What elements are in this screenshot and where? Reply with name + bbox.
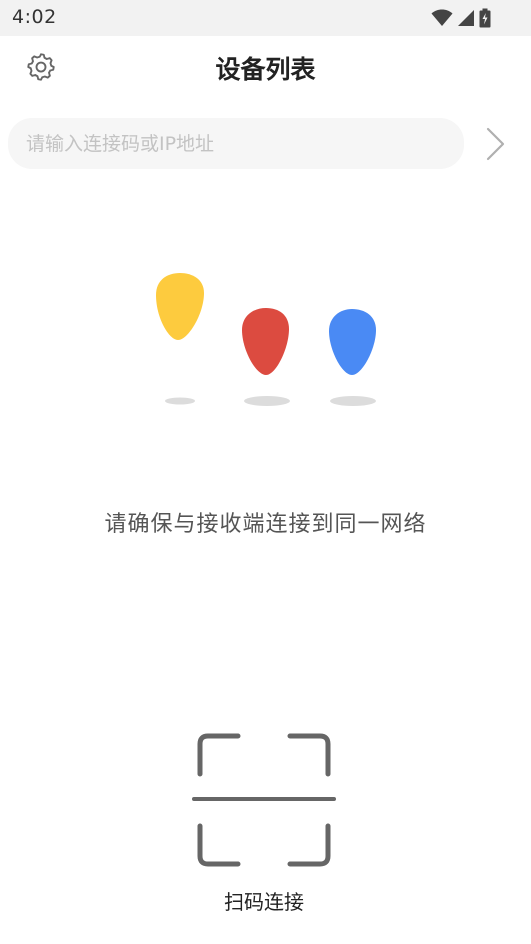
yellow-pin-icon xyxy=(156,273,204,340)
network-illustration xyxy=(156,273,376,406)
red-pin-icon xyxy=(242,308,289,375)
same-network-hint: 请确保与接收端连接到同一网络 xyxy=(104,512,427,537)
chevron-right-icon xyxy=(486,127,505,161)
connection-code-input[interactable] xyxy=(24,131,448,156)
status-time: 4:02 xyxy=(12,6,57,28)
scan-connect-button[interactable]: 扫码连接 xyxy=(188,730,340,920)
yellow-pin-shadow xyxy=(165,397,195,405)
page-title: 设备列表 xyxy=(215,55,316,84)
connection-code-field[interactable] xyxy=(8,118,464,169)
signal-icon xyxy=(458,10,474,26)
status-icons xyxy=(431,7,491,29)
wifi-icon xyxy=(431,9,453,26)
red-pin-shadow xyxy=(244,396,290,406)
status-bar: 4:02 xyxy=(0,0,531,36)
battery-icon xyxy=(479,8,491,28)
blue-pin-icon xyxy=(329,309,376,375)
scan-connect-label: 扫码连接 xyxy=(224,890,304,914)
connect-submit-button[interactable] xyxy=(480,124,512,164)
blue-pin-shadow xyxy=(330,396,376,406)
app-header: 设备列表 xyxy=(0,36,531,98)
scan-frame-icon xyxy=(192,733,336,867)
